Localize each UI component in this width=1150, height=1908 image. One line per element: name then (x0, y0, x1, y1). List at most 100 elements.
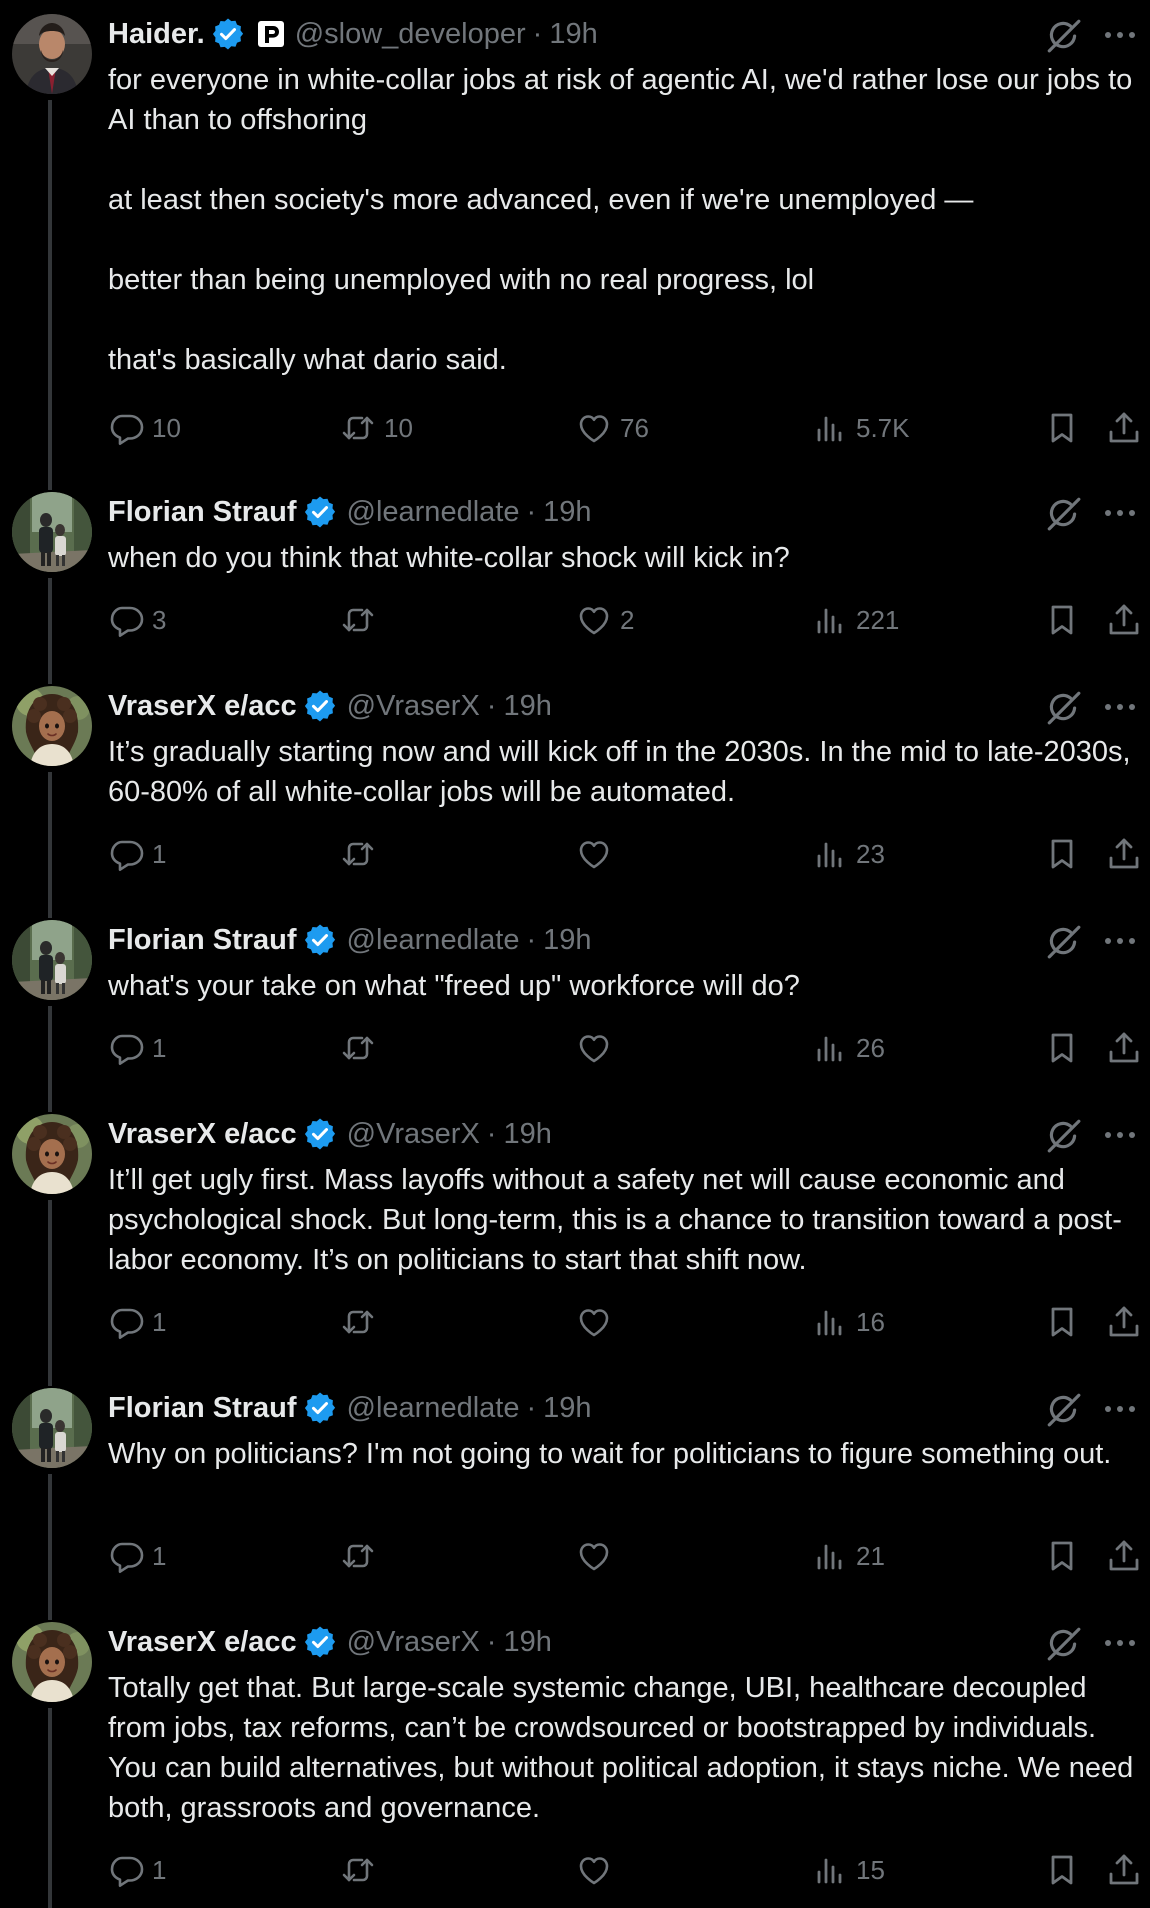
repost-button[interactable] (340, 1026, 384, 1070)
like-button[interactable] (576, 1300, 620, 1344)
more-icon[interactable] (1102, 17, 1138, 53)
username-handle[interactable]: @VraserX (347, 690, 480, 723)
avatar[interactable] (12, 14, 92, 94)
repost-button[interactable]: 10 (340, 406, 413, 450)
tweet-top-actions (1044, 1116, 1138, 1154)
share-button[interactable] (1106, 1848, 1142, 1892)
username-handle[interactable]: @VraserX (347, 1626, 480, 1659)
verified-badge-icon (304, 1392, 335, 1424)
username-handle[interactable]: @learnedlate (347, 924, 520, 957)
more-icon[interactable] (1102, 1117, 1138, 1153)
timestamp[interactable]: 19h (543, 924, 591, 957)
avatar[interactable] (12, 492, 92, 572)
bookmark-icon (1051, 1033, 1073, 1063)
reply-button[interactable]: 10 (108, 406, 181, 450)
username-handle[interactable]: @VraserX (347, 1118, 480, 1151)
bookmark-icon (1051, 1541, 1073, 1571)
display-name[interactable]: VraserX e/acc (108, 1626, 297, 1659)
timestamp[interactable]: 19h (503, 1118, 551, 1151)
bookmark-button[interactable] (1044, 1848, 1080, 1892)
timestamp[interactable]: 19h (549, 18, 597, 51)
separator-dot: · (526, 1391, 537, 1424)
reply-icon (110, 606, 144, 637)
display-name[interactable]: Florian Strauf (108, 496, 297, 529)
separator-dot: · (486, 1117, 497, 1150)
reply-button[interactable]: 1 (108, 1848, 166, 1892)
avatar-image (12, 14, 92, 94)
views-button[interactable]: 221 (812, 598, 899, 642)
avatar[interactable] (12, 920, 92, 1000)
share-button[interactable] (1106, 406, 1142, 450)
timestamp[interactable]: 19h (503, 690, 551, 723)
timestamp[interactable]: 19h (503, 1626, 551, 1659)
share-button[interactable] (1106, 598, 1142, 642)
avatar[interactable] (12, 1388, 92, 1468)
repost-button[interactable] (340, 1848, 384, 1892)
more-icon[interactable] (1102, 1391, 1138, 1427)
grok-icon[interactable] (1044, 494, 1082, 532)
bookmark-button[interactable] (1044, 832, 1080, 876)
bookmark-button[interactable] (1044, 1026, 1080, 1070)
tweet-header: Florian Strauf @learnedlate · 19h (108, 918, 592, 962)
avatar[interactable] (12, 686, 92, 766)
views-button[interactable]: 16 (812, 1300, 885, 1344)
like-button[interactable]: 2 (576, 598, 634, 642)
display-name[interactable]: Haider. (108, 18, 205, 51)
timestamp[interactable]: 19h (543, 496, 591, 529)
bookmark-button[interactable] (1044, 1534, 1080, 1578)
repost-button[interactable] (340, 598, 384, 642)
reply-button[interactable]: 1 (108, 1300, 166, 1344)
views-button[interactable]: 21 (812, 1534, 885, 1578)
views-icon (817, 1036, 842, 1062)
display-name[interactable]: Florian Strauf (108, 1392, 297, 1425)
p-affiliate-icon[interactable] (257, 20, 285, 48)
share-button[interactable] (1106, 1026, 1142, 1070)
like-button[interactable] (576, 832, 620, 876)
views-button[interactable]: 15 (812, 1848, 885, 1892)
like-button[interactable] (576, 1848, 620, 1892)
grok-icon[interactable] (1044, 1624, 1082, 1662)
reply-button[interactable]: 3 (108, 598, 166, 642)
share-button[interactable] (1106, 832, 1142, 876)
grok-icon[interactable] (1044, 922, 1082, 960)
repost-button[interactable] (340, 832, 384, 876)
grok-icon[interactable] (1044, 16, 1082, 54)
bookmark-button[interactable] (1044, 1300, 1080, 1344)
share-button[interactable] (1106, 1534, 1142, 1578)
tweet-action-bar: 1 26 (108, 1026, 1148, 1070)
like-button[interactable] (576, 1026, 620, 1070)
timestamp[interactable]: 19h (543, 1392, 591, 1425)
bookmark-button[interactable] (1044, 598, 1080, 642)
reply-button[interactable]: 1 (108, 832, 166, 876)
views-button[interactable]: 26 (812, 1026, 885, 1070)
like-button[interactable]: 76 (576, 406, 649, 450)
repost-button[interactable] (340, 1300, 384, 1344)
more-icon[interactable] (1102, 1625, 1138, 1661)
views-button[interactable]: 5.7K (812, 406, 910, 450)
reply-button[interactable]: 1 (108, 1026, 166, 1070)
display-name[interactable]: VraserX e/acc (108, 1118, 297, 1151)
username-handle[interactable]: @slow_developer (295, 18, 526, 51)
repost-button[interactable] (340, 1534, 384, 1578)
reply-button[interactable]: 1 (108, 1534, 166, 1578)
username-handle[interactable]: @learnedlate (347, 1392, 520, 1425)
more-icon[interactable] (1102, 689, 1138, 725)
avatar[interactable] (12, 1622, 92, 1702)
reply-icon (110, 414, 144, 445)
avatar[interactable] (12, 1114, 92, 1194)
bookmark-button[interactable] (1044, 406, 1080, 450)
reply-count: 1 (152, 838, 167, 869)
views-count: 15 (856, 1854, 885, 1885)
grok-icon[interactable] (1044, 1390, 1082, 1428)
grok-icon[interactable] (1044, 688, 1082, 726)
more-icon[interactable] (1102, 495, 1138, 531)
views-button[interactable]: 23 (812, 832, 885, 876)
display-name[interactable]: Florian Strauf (108, 924, 297, 957)
username-handle[interactable]: @learnedlate (347, 496, 520, 529)
grok-icon[interactable] (1044, 1116, 1082, 1154)
share-button[interactable] (1106, 1300, 1142, 1344)
more-icon[interactable] (1102, 923, 1138, 959)
display-name[interactable]: VraserX e/acc (108, 690, 297, 723)
repost-icon (342, 1544, 374, 1568)
like-button[interactable] (576, 1534, 620, 1578)
